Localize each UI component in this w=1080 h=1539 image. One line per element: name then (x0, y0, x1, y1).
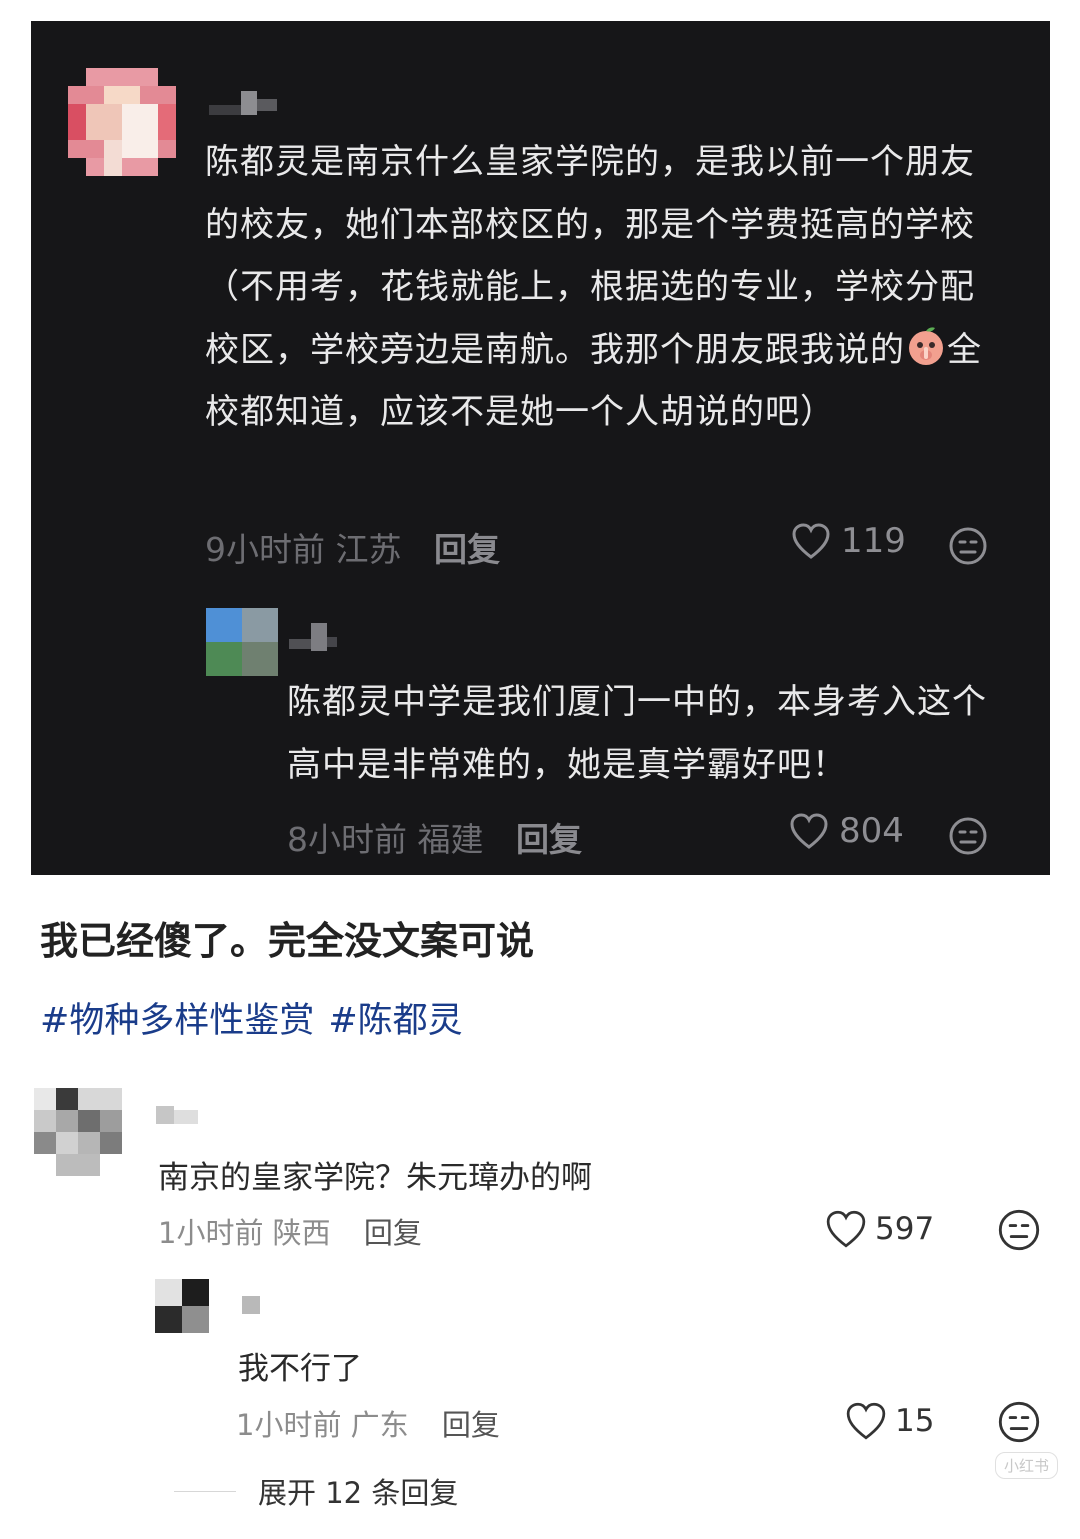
reply-button[interactable]: 回复 (434, 530, 500, 569)
reply-button[interactable]: 回复 (364, 1216, 422, 1250)
comment-text: 陈都灵是南京什么皇家学院的，是我以前一个朋友的校友，她们本部校区的，那是个学费挺… (205, 142, 982, 432)
avatar[interactable] (206, 608, 278, 676)
comment-location: 福建 (417, 820, 484, 859)
comment-time: 8小时前 (287, 820, 407, 859)
comment-text: 陈都灵中学是我们厦门一中的，本身考入这个高中是非常难的，她是真学霸好吧！ (287, 682, 987, 785)
avatar[interactable] (34, 1088, 122, 1176)
expand-replies-label: 展开 12 条回复 (258, 1476, 459, 1510)
hashtag-link[interactable]: #陈都灵 (328, 1001, 462, 1041)
comment-time: 1小时前 (158, 1216, 264, 1250)
comment-meta: 1小时前 广东 回复 (236, 1402, 500, 1444)
hashtag-list: #物种多样性鉴赏 #陈都灵 (40, 992, 477, 1043)
avatar[interactable] (155, 1279, 209, 1333)
comment-meta: 9小时前 江苏 回复 (205, 523, 500, 571)
like-count: 804 (839, 811, 904, 851)
watermark-logo: 小红书 (994, 1452, 1058, 1479)
divider-line (174, 1490, 236, 1492)
comment-text: 我不行了 (238, 1351, 362, 1387)
like-button[interactable]: 804 (789, 811, 904, 851)
like-count: 597 (875, 1211, 935, 1247)
like-count: 15 (895, 1403, 935, 1439)
heart-icon (826, 1210, 866, 1248)
comment-screenshot: 陈都灵是南京什么皇家学院的，是我以前一个朋友的校友，她们本部校区的，那是个学费挺… (31, 21, 1050, 875)
comment-meta: 8小时前 福建 回复 (287, 813, 582, 861)
hashtag-link[interactable]: #物种多样性鉴赏 (40, 1001, 314, 1041)
comment-time: 1小时前 (236, 1408, 342, 1442)
emoji-react-icon[interactable] (948, 816, 988, 860)
like-button[interactable]: 119 (791, 521, 906, 561)
comment-location: 陕西 (272, 1216, 331, 1250)
emoji-react-icon[interactable] (948, 526, 988, 570)
shush-peach-emoji (905, 325, 947, 367)
comment-meta: 1小时前 陕西 回复 (158, 1210, 422, 1252)
heart-icon (846, 1402, 886, 1440)
comment-location: 江苏 (335, 530, 402, 569)
reply-button[interactable]: 回复 (516, 820, 582, 859)
expand-replies-button[interactable]: 展开 12 条回复 (174, 1470, 458, 1512)
reply-button[interactable]: 回复 (442, 1408, 500, 1442)
post-caption: 我已经傻了。完全没文案可说 (40, 919, 535, 963)
emoji-react-icon[interactable] (997, 1400, 1041, 1448)
like-button[interactable]: 15 (845, 1401, 934, 1441)
comment-location: 广东 (350, 1408, 409, 1442)
heart-icon (790, 813, 828, 849)
comment-time: 9小时前 (205, 530, 325, 569)
like-count: 119 (841, 521, 906, 561)
heart-icon (792, 523, 830, 559)
comment-text: 南京的皇家学院？朱元璋办的啊 (158, 1160, 592, 1196)
emoji-react-icon[interactable] (997, 1208, 1041, 1256)
avatar[interactable] (68, 68, 176, 176)
like-button[interactable]: 597 (825, 1209, 934, 1249)
